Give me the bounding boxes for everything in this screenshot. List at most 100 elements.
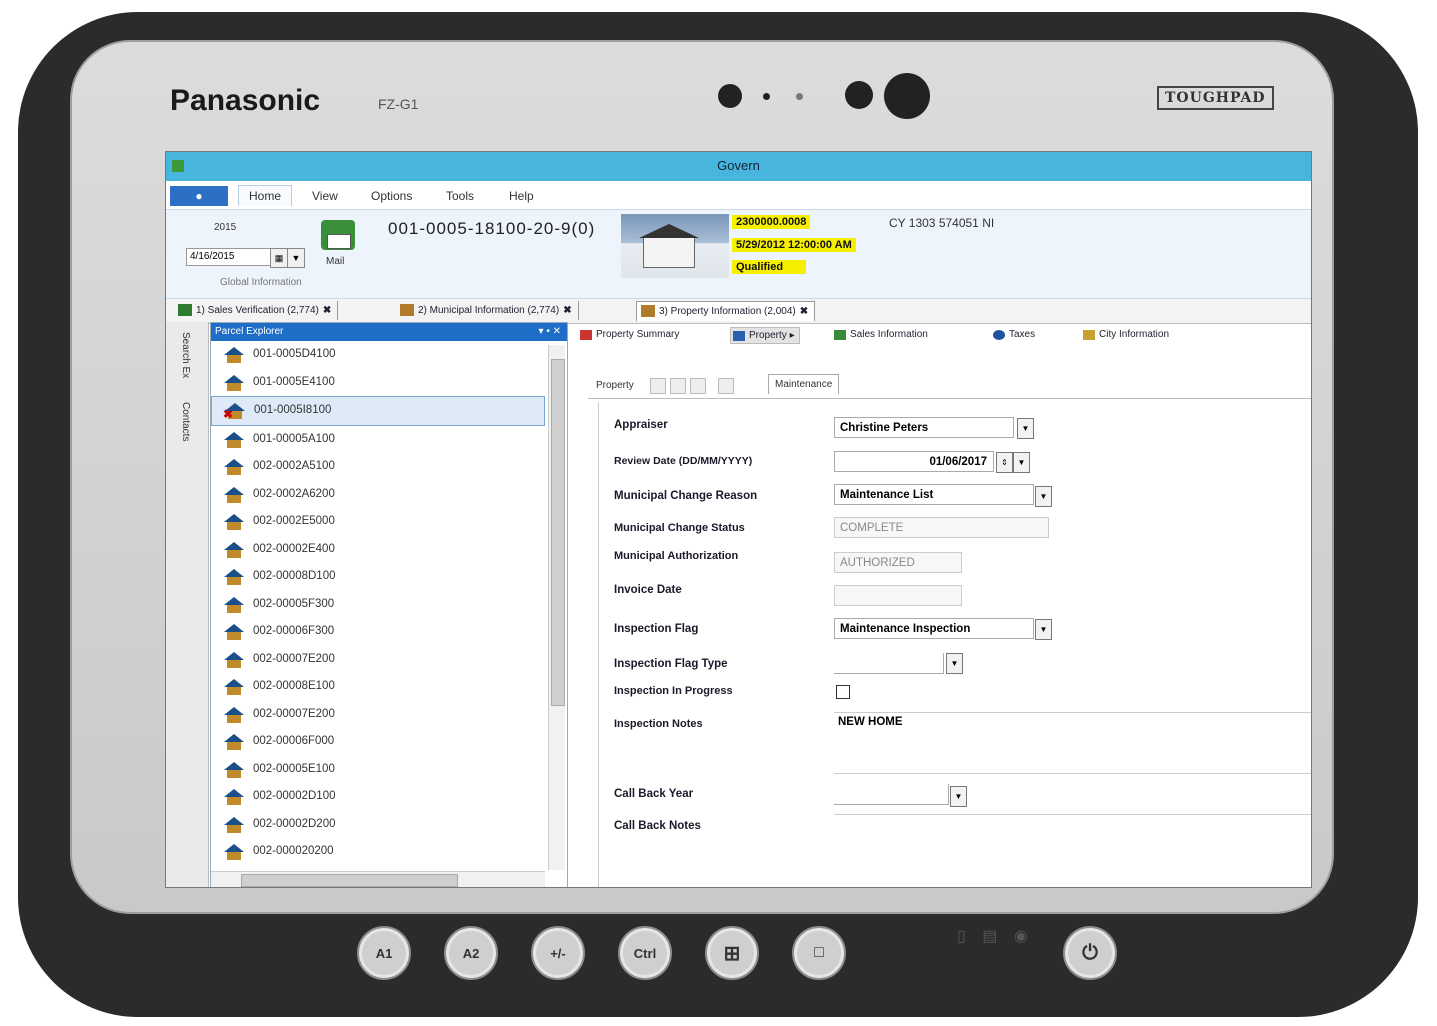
tab-city-information[interactable]: City Information <box>1081 327 1173 342</box>
house-icon <box>224 514 244 530</box>
inspection-flag-select[interactable]: Maintenance Inspection <box>834 618 1034 639</box>
parcel-list-item[interactable]: 002-00002D100 <box>211 783 545 811</box>
close-icon[interactable]: ✖ <box>800 306 808 317</box>
side-tab-search[interactable]: Search Ex <box>180 332 191 378</box>
review-date-input[interactable]: 01/06/2017 <box>834 451 994 472</box>
parcel-list-item[interactable]: 002-00005F300 <box>211 591 545 619</box>
ribbon-tab-help[interactable]: Help <box>509 189 534 203</box>
doc-tab-label: 2) Municipal Information (2,774) <box>418 305 560 316</box>
ribbon-tab-options[interactable]: Options <box>371 189 412 203</box>
application-menu-button[interactable]: ● <box>170 186 228 206</box>
windows-icon[interactable]: ⊞ <box>705 926 759 980</box>
calendar-icon[interactable]: ▦ <box>270 248 288 268</box>
subtab-maintenance[interactable]: Maintenance <box>768 374 840 394</box>
flag-type-select[interactable] <box>834 653 944 674</box>
tab-property-summary[interactable]: Property Summary <box>578 327 683 342</box>
close-icon[interactable]: ✖ <box>323 305 331 316</box>
parcel-list-item[interactable]: 002-00002E400 <box>211 536 545 564</box>
tab-taxes[interactable]: Taxes <box>991 327 1039 342</box>
vertical-scrollbar[interactable] <box>548 345 565 870</box>
parcel-list-item[interactable]: 002-0002E5000 <box>211 508 545 536</box>
parcel-list-item[interactable]: 002-0002A6200 <box>211 481 545 509</box>
tab-property[interactable]: Property ▸ <box>730 327 800 344</box>
toolbar-icon[interactable] <box>690 378 706 394</box>
parcel-list-item[interactable]: 002-0002A5100 <box>211 453 545 481</box>
parcel-list-item[interactable]: 002-00007E200 <box>211 701 545 729</box>
scroll-thumb[interactable] <box>551 359 565 706</box>
parcel-list-item[interactable]: 002-00007E200 <box>211 646 545 674</box>
parcel-list-item[interactable]: 001-0005D4100 <box>211 341 545 369</box>
parcel-list-item[interactable]: 002-00002D200 <box>211 811 545 839</box>
house-icon <box>224 459 244 475</box>
parcel-list-item[interactable]: ✖ 001-0005I8100 <box>211 396 545 426</box>
parcel-list-item[interactable]: 001-0005E4100 <box>211 369 545 397</box>
chevron-down-icon[interactable]: ▼ <box>950 786 967 807</box>
in-progress-checkbox[interactable] <box>836 685 850 699</box>
date-input[interactable]: 4/16/2015 <box>186 248 271 266</box>
parcel-label: 002-0002A6200 <box>253 487 335 500</box>
rotate-lock-icon[interactable]: □ <box>792 926 846 980</box>
doc-tab-municipal-information[interactable]: 2) Municipal Information (2,774) ✖ <box>396 301 579 320</box>
toolbar-icon[interactable] <box>650 378 666 394</box>
tab-sales-information[interactable]: Sales Information <box>832 327 932 342</box>
chevron-down-icon[interactable]: ▼ <box>1035 619 1052 640</box>
parcel-list-item[interactable]: 001-00005A100 <box>211 426 545 454</box>
parcel-list-item[interactable]: 002-00008E100 <box>211 673 545 701</box>
ribbon-tab-tools[interactable]: Tools <box>446 189 474 203</box>
callback-notes-textarea[interactable] <box>834 814 1311 878</box>
parcel-label: 001-0005I8100 <box>254 404 332 416</box>
chevron-down-icon[interactable]: ▼ <box>1017 418 1034 439</box>
parcel-label: 002-00002E400 <box>253 542 335 555</box>
parcel-label: 002-0002A5100 <box>253 460 335 472</box>
change-reason-label: Municipal Change Reason <box>614 490 758 502</box>
ribbon-tab-home[interactable]: Home <box>238 185 293 206</box>
parcel-list-item[interactable]: 002-00005E100 <box>211 756 545 784</box>
property-icon <box>733 331 745 341</box>
ctrl-button[interactable]: Ctrl <box>618 926 672 980</box>
parcel-label: 002-00002D100 <box>253 790 336 802</box>
house-icon <box>224 541 244 558</box>
parcel-label: 002-00007E200 <box>253 652 335 665</box>
pin-close-icon[interactable]: ▾ • ✕ <box>539 323 561 341</box>
parcel-label: 001-0005D4100 <box>253 348 336 360</box>
parcel-label: 002-00005E100 <box>253 762 335 775</box>
a1-button[interactable]: A1 <box>357 926 411 980</box>
callback-year-select[interactable] <box>834 784 949 805</box>
appraiser-select[interactable]: Christine Peters <box>834 417 1014 438</box>
toolbar-icon[interactable] <box>718 378 734 394</box>
parcel-label: 002-00006F300 <box>253 625 335 637</box>
date-dropdown-button[interactable]: ▼ <box>287 248 305 268</box>
parcel-list-item[interactable]: 002-00008D100 <box>211 563 545 591</box>
mail-icon[interactable] <box>321 220 355 250</box>
side-tab-contacts[interactable]: Contacts <box>180 402 191 441</box>
subtab-property[interactable]: Property <box>590 376 640 395</box>
house-icon <box>224 734 244 750</box>
in-progress-label: Inspection In Progress <box>614 685 733 697</box>
doc-tab-sales-verification[interactable]: 1) Sales Verification (2,774) ✖ <box>174 301 339 320</box>
parcel-list-item[interactable]: 002-000020200 <box>211 838 545 866</box>
notes-textarea[interactable]: NEW HOME <box>834 712 1311 774</box>
year-label: 2015 <box>214 222 237 233</box>
a2-button[interactable]: A2 <box>444 926 498 980</box>
ribbon-tab-view[interactable]: View <box>312 189 338 203</box>
doc-tab-property-information[interactable]: 3) Property Information (2,004) ✖ <box>636 301 816 321</box>
toolbar-icon[interactable] <box>670 378 686 394</box>
chevron-down-icon[interactable]: ▼ <box>946 653 963 674</box>
calendar-dropdown-icon[interactable]: ▼ <box>1013 452 1030 473</box>
parcel-list-item[interactable]: 002-00006F300 <box>211 618 545 646</box>
change-reason-select[interactable]: Maintenance List <box>834 484 1034 505</box>
parcel-label: 002-000020200 <box>253 845 334 857</box>
city-icon <box>1083 330 1095 340</box>
chevron-down-icon[interactable]: ▼ <box>1035 486 1052 507</box>
mail-label[interactable]: Mail <box>326 256 344 267</box>
notes-label: Inspection Notes <box>614 718 703 730</box>
horizontal-scrollbar[interactable] <box>211 871 545 887</box>
authorization-select: AUTHORIZED <box>834 552 962 573</box>
volume-button[interactable]: +/- <box>531 926 585 980</box>
date-spinner-icon[interactable]: ⇕ <box>996 452 1013 473</box>
power-icon[interactable]: ⏻ <box>1063 926 1117 980</box>
scroll-thumb[interactable] <box>241 874 458 887</box>
close-icon[interactable]: ✖ <box>563 305 571 316</box>
sub-tabs: Property Maintenance <box>588 372 1311 399</box>
parcel-list-item[interactable]: 002-00006F000 <box>211 728 545 756</box>
